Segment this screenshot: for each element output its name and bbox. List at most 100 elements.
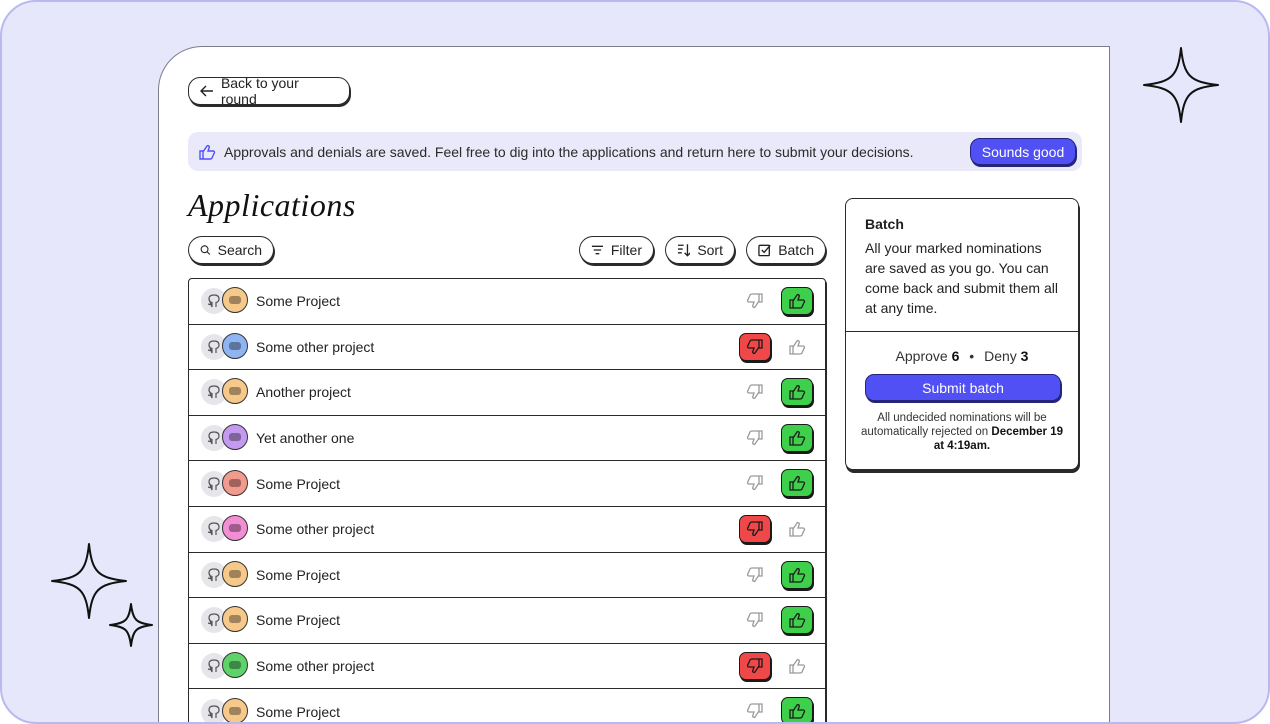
avatar-group xyxy=(201,423,257,453)
decision-buttons xyxy=(739,514,813,543)
applications-list: Some Project Some other project Another pr… xyxy=(188,278,826,722)
application-row[interactable]: Some other project xyxy=(189,644,825,690)
project-avatar xyxy=(222,469,248,496)
deny-button[interactable] xyxy=(739,287,771,315)
application-row[interactable]: Some other project xyxy=(189,507,825,553)
project-avatar xyxy=(222,515,248,542)
sounds-good-button[interactable]: Sounds good xyxy=(970,138,1076,165)
thumbs-down-icon xyxy=(746,293,763,309)
deny-button[interactable] xyxy=(739,651,771,680)
decision-tally: Approve 6 • Deny 3 xyxy=(846,348,1078,364)
decision-buttons xyxy=(739,469,813,498)
thumbs-up-icon xyxy=(789,613,806,628)
application-name: Some other project xyxy=(256,521,375,538)
project-avatar xyxy=(222,378,248,405)
application-row[interactable]: Some Project xyxy=(189,279,825,325)
page-background: Back to your round Approvals and denials… xyxy=(0,0,1270,724)
approve-button[interactable] xyxy=(781,652,813,680)
decision-buttons xyxy=(739,697,813,722)
deny-count: 3 xyxy=(1020,348,1029,364)
thumbs-down-icon xyxy=(746,658,763,673)
project-avatar xyxy=(222,287,248,314)
deny-button[interactable] xyxy=(739,424,771,452)
application-name: Another project xyxy=(256,384,351,401)
deny-button[interactable] xyxy=(739,378,771,406)
info-banner: Approvals and denials are saved. Feel fr… xyxy=(188,132,1082,171)
application-row[interactable]: Another project xyxy=(189,370,825,416)
project-avatar xyxy=(222,424,248,451)
batch-button[interactable]: Batch xyxy=(746,236,826,264)
search-button[interactable]: Search xyxy=(188,236,274,264)
deny-button[interactable] xyxy=(739,469,771,497)
decision-buttons xyxy=(739,287,813,315)
application-name: Some other project xyxy=(256,658,375,675)
filter-icon xyxy=(591,245,603,255)
thumbs-up-icon xyxy=(789,476,806,492)
approve-button[interactable] xyxy=(781,423,813,452)
application-row[interactable]: Some Project xyxy=(189,553,825,599)
approve-button[interactable] xyxy=(781,606,813,635)
batch-panel: Batch All your marked nominations are sa… xyxy=(845,198,1079,470)
approve-button[interactable] xyxy=(781,378,813,407)
batch-panel-description: All your marked nominations are saved as… xyxy=(865,240,1058,316)
deny-label: Deny xyxy=(984,348,1017,364)
avatar-group xyxy=(201,560,257,590)
deny-button[interactable] xyxy=(739,697,771,722)
arrow-left-icon xyxy=(200,85,213,97)
thumbs-down-icon xyxy=(746,521,763,537)
thumbs-down-icon xyxy=(746,430,763,445)
decision-buttons xyxy=(739,560,813,589)
deny-button[interactable] xyxy=(739,514,771,543)
project-avatar xyxy=(222,332,248,359)
application-row[interactable]: Some other project xyxy=(189,325,825,371)
approve-button[interactable] xyxy=(781,469,813,498)
application-row[interactable]: Yet another one xyxy=(189,416,825,462)
auto-reject-note: All undecided nominations will be automa… xyxy=(860,411,1064,453)
search-label: Search xyxy=(217,242,262,258)
decision-buttons xyxy=(739,378,813,407)
sort-button[interactable]: Sort xyxy=(665,236,735,264)
application-row[interactable]: Some Project xyxy=(189,689,825,722)
application-row[interactable]: Some Project xyxy=(189,598,825,644)
decision-buttons xyxy=(739,651,813,680)
approve-button[interactable] xyxy=(781,560,813,589)
thumbs-up-icon xyxy=(789,339,806,355)
application-name: Some Project xyxy=(256,293,341,310)
application-name: Some Project xyxy=(256,566,341,583)
batch-label: Batch xyxy=(778,242,814,258)
thumbs-up-icon xyxy=(789,704,806,719)
avatar-group xyxy=(201,286,257,316)
deny-button[interactable] xyxy=(739,332,771,361)
thumbs-up-icon xyxy=(789,385,806,400)
decision-buttons xyxy=(739,332,813,361)
deny-button[interactable] xyxy=(739,561,771,589)
submit-batch-button[interactable]: Submit batch xyxy=(865,374,1061,401)
approve-button[interactable] xyxy=(781,515,813,543)
thumbs-down-icon xyxy=(746,703,763,719)
filter-button[interactable]: Filter xyxy=(579,236,654,264)
thumbs-up-icon xyxy=(199,144,216,160)
thumbs-up-icon xyxy=(789,567,806,583)
application-name: Some Project xyxy=(256,612,341,629)
approve-button[interactable] xyxy=(781,697,813,722)
sparkle-icon xyxy=(109,603,153,647)
avatar-group xyxy=(201,469,257,499)
banner-text: Approvals and denials are saved. Feel fr… xyxy=(224,143,914,160)
avatar-group xyxy=(201,377,257,407)
decision-buttons xyxy=(739,606,813,635)
tally-separator: • xyxy=(969,348,975,364)
thumbs-down-icon xyxy=(746,338,763,354)
project-avatar xyxy=(222,652,248,679)
approve-button[interactable] xyxy=(781,333,813,361)
back-button[interactable]: Back to your round xyxy=(188,75,350,107)
thumbs-down-icon xyxy=(746,566,763,582)
application-name: Some Project xyxy=(256,475,341,492)
application-row[interactable]: Some Project xyxy=(189,461,825,507)
deny-button[interactable] xyxy=(739,606,771,634)
back-button-label: Back to your round xyxy=(220,75,299,107)
approve-button[interactable] xyxy=(781,287,813,315)
thumbs-down-icon xyxy=(746,475,763,491)
avatar-group xyxy=(201,605,257,635)
application-name: Yet another one xyxy=(256,430,355,447)
divider xyxy=(846,331,1078,332)
